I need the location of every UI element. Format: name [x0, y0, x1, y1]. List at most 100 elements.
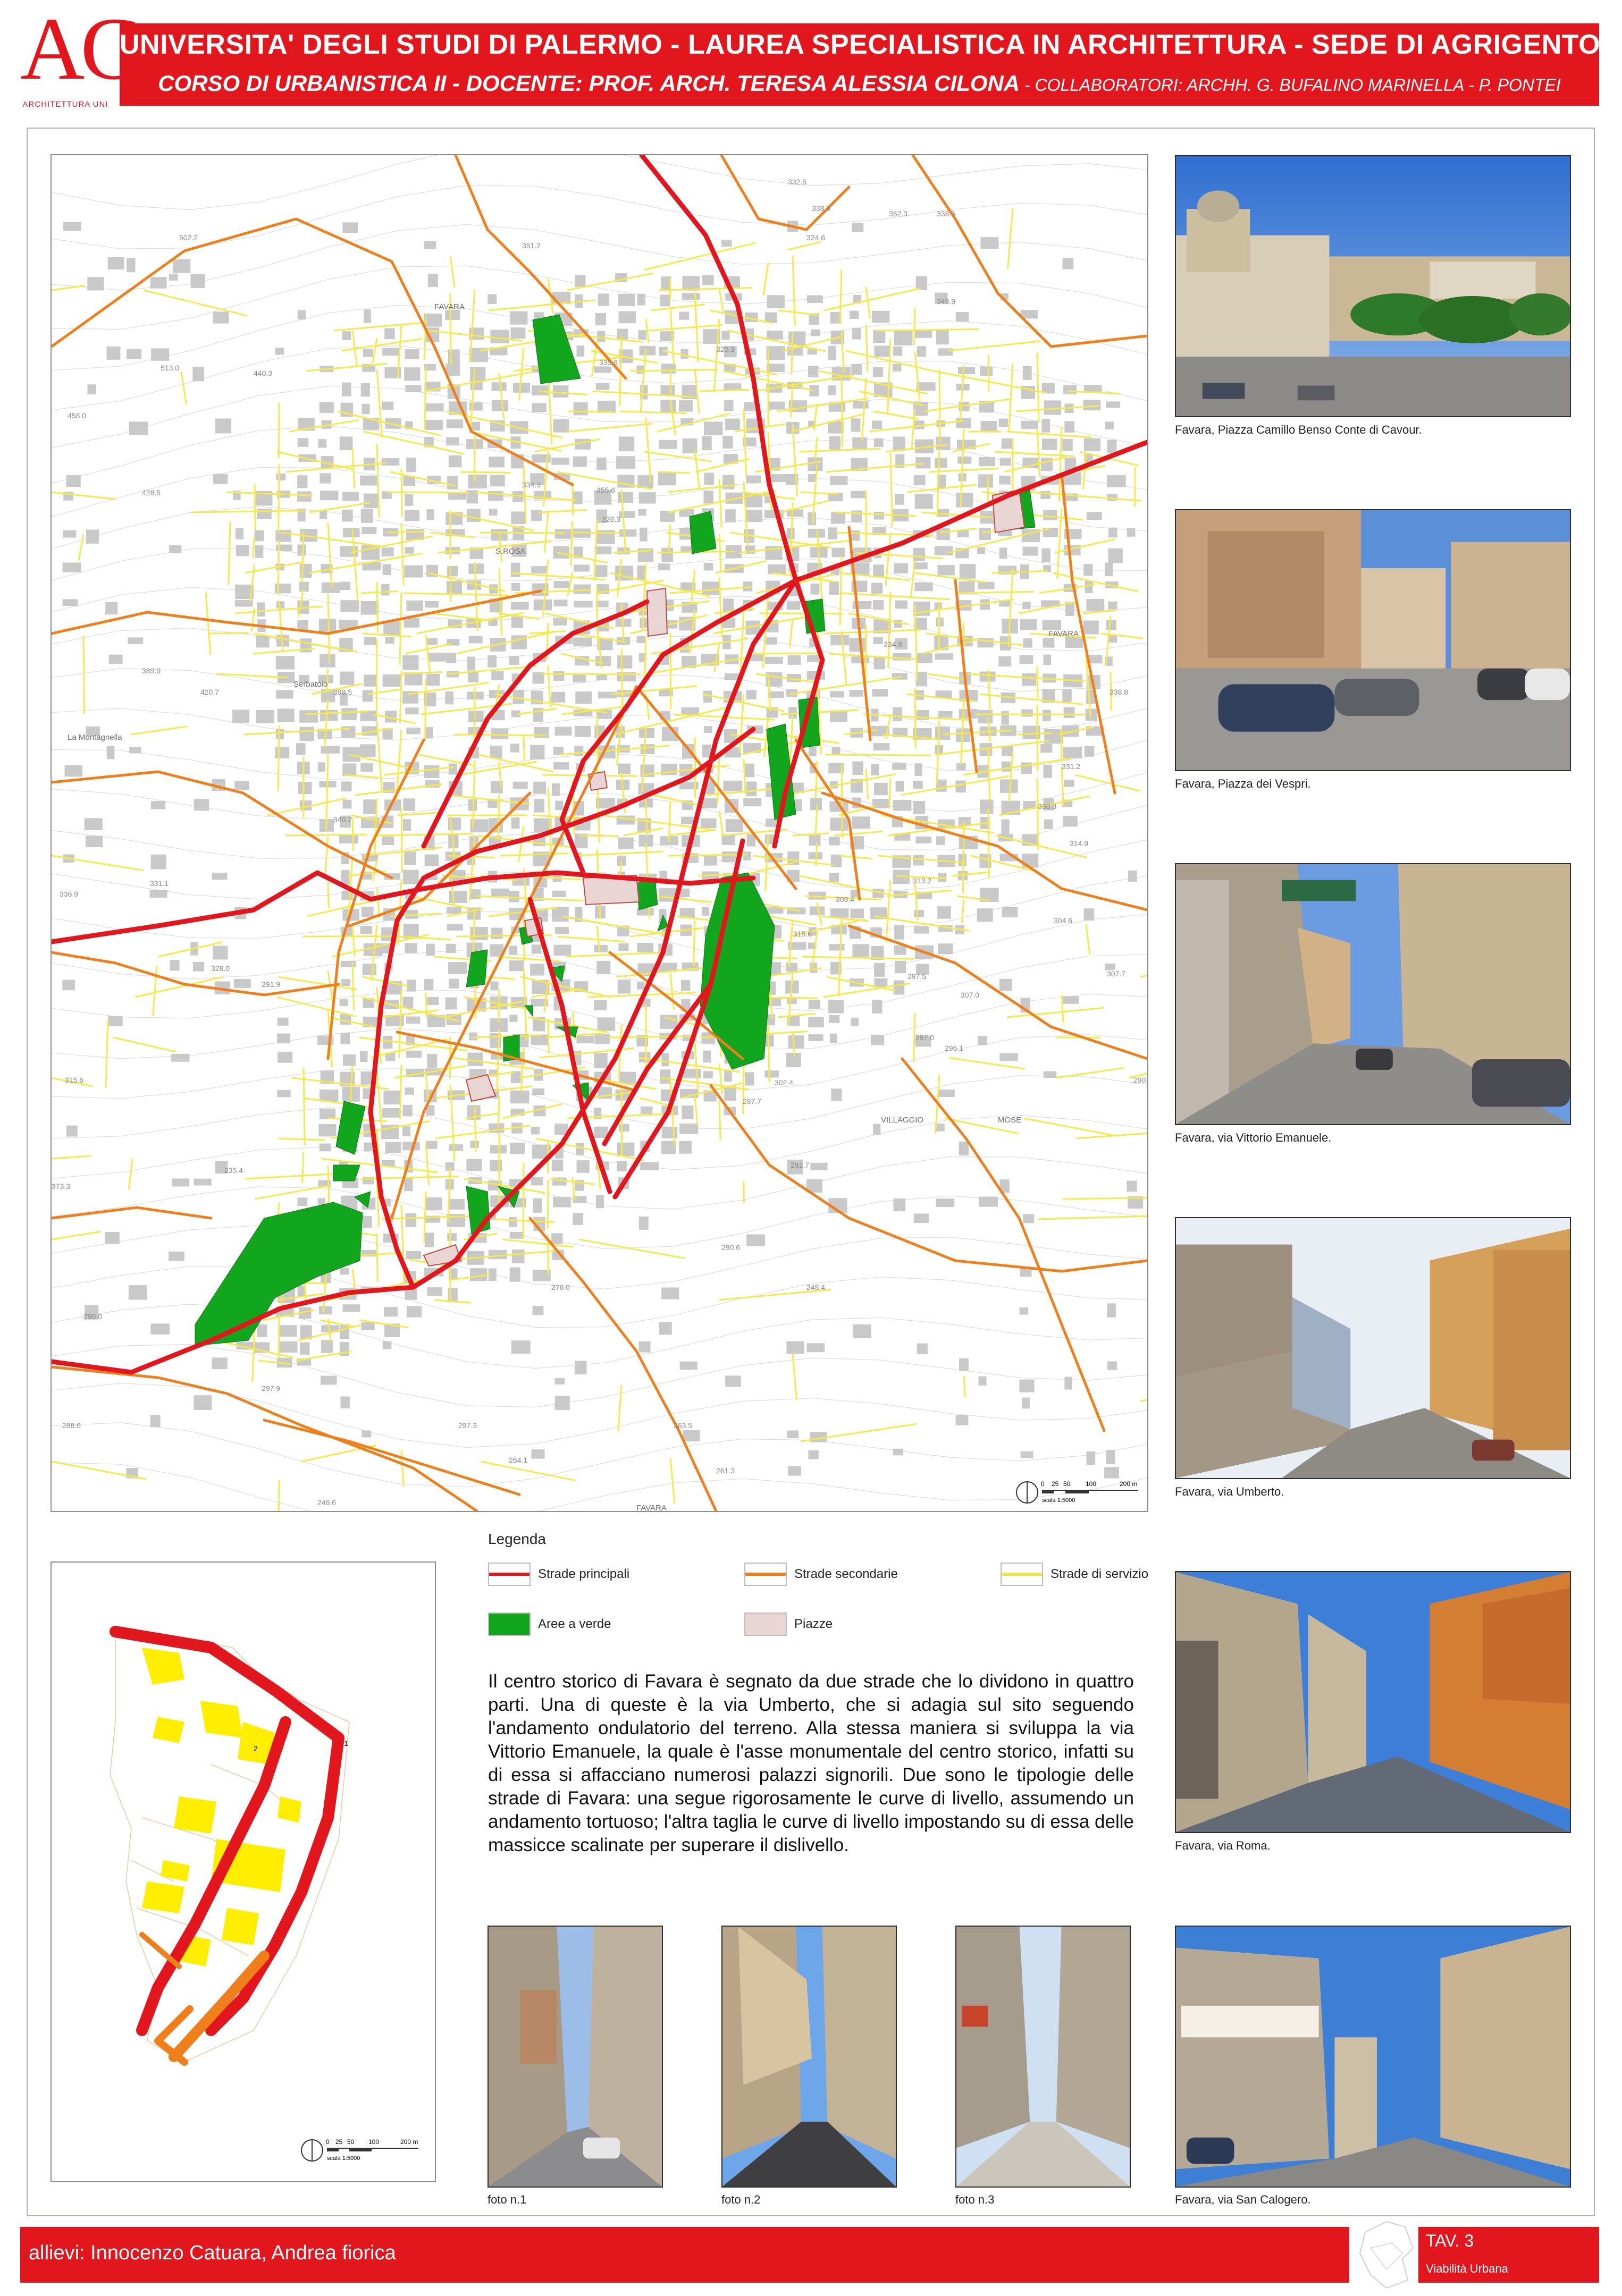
- scale-tick-0: 0: [1041, 1480, 1045, 1488]
- square-area: [465, 1074, 497, 1102]
- footer-band: allievi: Innocenzo Catuara, Andrea fiori…: [20, 2227, 1349, 2283]
- legend-label-service-roads: Strade di servizio: [1050, 1567, 1149, 1581]
- spot-height-label: 290.9: [1133, 1076, 1147, 1084]
- spot-height-label: 349.9: [937, 297, 955, 306]
- spot-height-label: 338.8: [1110, 688, 1128, 696]
- secondary-road: [52, 951, 340, 997]
- svg-text:100: 100: [368, 2138, 379, 2146]
- spot-height-label: 288.6: [62, 1421, 81, 1430]
- caption-piazza-cavour: Favara, Piazza Camillo Benso Conte di Ca…: [1175, 423, 1422, 436]
- spot-height-label: 331.2: [1062, 762, 1080, 771]
- svg-text:200 m: 200 m: [400, 2138, 418, 2146]
- legend-swatch-squares: [744, 1613, 787, 1636]
- photo-via-san-calogero[interactable]: [1175, 1926, 1571, 2188]
- spot-height-label: 291.9: [262, 980, 280, 989]
- spot-height-label: 351.2: [522, 241, 541, 250]
- description-text: Il centro storico di Favara è segnato da…: [488, 1671, 1134, 1855]
- secondary-road: [709, 1084, 1147, 1273]
- spot-height-label: 326.3: [602, 515, 620, 524]
- place-label: FAVARA: [434, 302, 465, 311]
- caption-via-san-calogero: Favara, via San Calogero.: [1175, 2193, 1311, 2206]
- spot-height-label: 334.9: [884, 640, 902, 648]
- green-area: [335, 1101, 366, 1155]
- spot-height-label: 235.4: [224, 1166, 243, 1175]
- spot-height-label: 291.7: [791, 1161, 809, 1169]
- map-scale-bar: 0 25 50 100 200 m scala 1:5000: [1015, 1476, 1143, 1508]
- header-band: UNIVERSITA' DEGLI STUDI DI PALERMO - LAU…: [120, 23, 1600, 106]
- spot-height-label: 502.2: [179, 233, 198, 242]
- course-info: CORSO DI URBANISTICA II - DOCENTE: PROF.…: [158, 71, 1020, 96]
- spot-height-label: 338.9: [812, 204, 830, 213]
- square-area: [646, 587, 668, 637]
- photo-piazza-cavour[interactable]: [1175, 155, 1571, 417]
- photo-via-umberto[interactable]: [1175, 1217, 1571, 1479]
- photo-foto-3[interactable]: [955, 1926, 1131, 2188]
- photo-via-vittorio-emanuele[interactable]: [1175, 863, 1571, 1125]
- spot-height-label: 261.3: [716, 1466, 735, 1475]
- scale-tick-50: 50: [1063, 1480, 1071, 1488]
- secondary-road: [901, 1057, 1106, 1432]
- place-label: VILLAGGIO: [881, 1116, 923, 1125]
- legend-label-squares: Piazze: [794, 1617, 833, 1631]
- scale-tick-100: 100: [1086, 1480, 1096, 1488]
- spot-height-label: 420.7: [200, 688, 219, 696]
- caption-via-umberto: Favara, via Umberto.: [1175, 1485, 1284, 1498]
- sheet-number-band: TAV. 3 Viabilità Urbana: [1418, 2227, 1599, 2283]
- spot-height-label: 302.4: [775, 1078, 793, 1087]
- favara-outline-icon: [1355, 2216, 1418, 2291]
- spot-height-label: 297.5: [907, 972, 926, 981]
- main-road: [52, 155, 799, 1375]
- legend-title: Legenda: [488, 1531, 547, 1547]
- spot-height-label: 335.9: [599, 358, 618, 367]
- svg-text:0: 0: [326, 2138, 330, 2146]
- photo-piazza-vespri[interactable]: [1175, 509, 1571, 771]
- key-map[interactable]: 2 1 0 25 50 100 200 m scala 1:5000: [51, 1561, 436, 2182]
- spot-height-label: 320.3: [716, 345, 735, 353]
- spot-height-label: 308.4: [836, 895, 854, 904]
- caption-piazza-vespri: Favara, Piazza dei Vespri.: [1175, 777, 1311, 790]
- spot-height-label: 314.9: [1070, 839, 1088, 848]
- spot-height-label: 373.3: [52, 1182, 70, 1191]
- spot-height-label: 352.3: [889, 209, 907, 218]
- spot-height-label: 428.5: [142, 488, 161, 497]
- header-course-line: CORSO DI URBANISTICA II - DOCENTE: PROF.…: [120, 71, 1599, 96]
- caption-via-vittorio-emanuele: Favara, via Vittorio Emanuele.: [1175, 1131, 1332, 1144]
- spot-height-label: 276.0: [551, 1283, 570, 1292]
- spot-height-label: 307.7: [1107, 969, 1125, 978]
- place-label: MOSE: [998, 1116, 1021, 1125]
- photo-foto-2[interactable]: [721, 1926, 897, 2188]
- legend-label-main-roads: Strade principali: [538, 1567, 630, 1581]
- legend-swatch-secondary-roads: [744, 1563, 787, 1586]
- spot-height-label: 334.9: [522, 480, 541, 489]
- spot-height-label: 246.6: [317, 1498, 336, 1507]
- spot-height-label: 338.5: [937, 209, 955, 218]
- spot-height-label: 324.6: [806, 233, 825, 242]
- place-label: Serbatoio: [293, 680, 327, 689]
- scale-tick-25: 25: [1052, 1480, 1059, 1488]
- legend-swatch-green-areas: [488, 1613, 531, 1636]
- secondary-road: [720, 155, 851, 231]
- secondary-road: [794, 738, 861, 901]
- map-canvas: 502.2 513.0 440.3 458.0 428.5 389.9 420.7 351.2…: [52, 155, 1147, 1511]
- caption-foto-2: foto n.2: [721, 2193, 761, 2206]
- road-network-map[interactable]: 502.2 513.0 440.3 458.0 428.5 389.9 420.7 351.2…: [51, 154, 1148, 1512]
- spot-height-label: 290.0: [83, 1312, 102, 1321]
- scale-tick-200: 200 m: [1120, 1480, 1137, 1488]
- svg-text:50: 50: [347, 2138, 355, 2146]
- sheet-number: TAV. 3: [1426, 2231, 1474, 2250]
- spot-height-label: 340.7: [333, 815, 352, 824]
- photo-via-roma[interactable]: [1175, 1571, 1571, 1833]
- spot-height-label: 315.6: [65, 1076, 83, 1084]
- photo-foto-1[interactable]: [488, 1926, 663, 2188]
- spot-height-label: 297.9: [262, 1384, 280, 1392]
- place-label: La Montagnella: [68, 733, 122, 742]
- collaborators-info: - COLLABORATORI: ARCHH. G. BUFALINO MARI…: [1020, 75, 1561, 95]
- spot-height-label: 338.3: [1038, 802, 1056, 811]
- legend-swatch-service-roads: [1001, 1563, 1043, 1586]
- spot-height-label: 355.6: [596, 486, 615, 494]
- caption-foto-1: foto n.1: [488, 2193, 527, 2206]
- spot-height-label: 248.4: [806, 1283, 825, 1292]
- spot-height-label: 399.5: [333, 688, 352, 696]
- spot-height-label: 290.6: [721, 1243, 740, 1252]
- spot-height-label: 263.5: [674, 1421, 692, 1430]
